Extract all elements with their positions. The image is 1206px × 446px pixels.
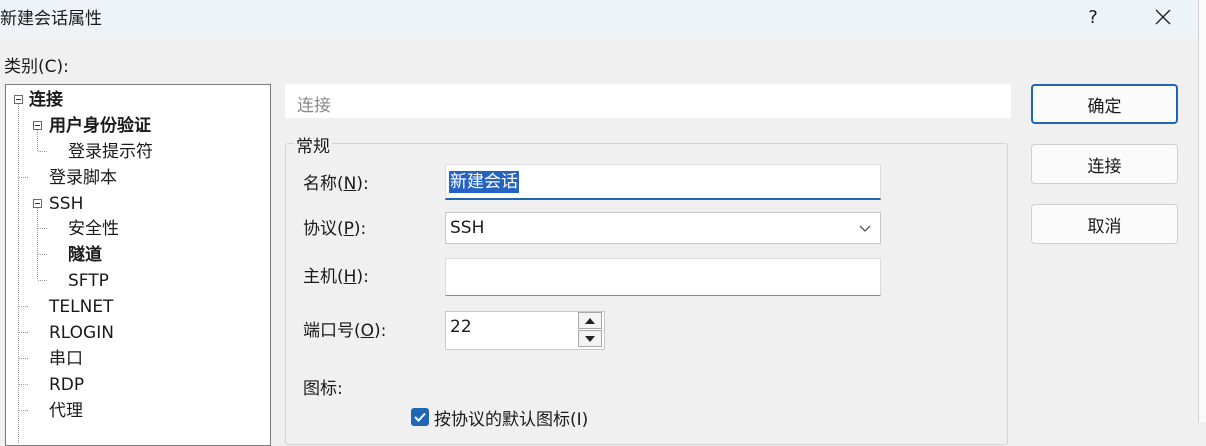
tree-connector (19, 332, 28, 333)
tree-item-user-auth[interactable]: 用户身份验证 (49, 113, 151, 139)
tree-connector (19, 306, 28, 307)
tree-item-sftp[interactable]: SFTP (68, 268, 109, 294)
connect-button[interactable]: 连接 (1031, 144, 1178, 184)
icon-label: 图标: (303, 379, 343, 399)
tree-item-tunnel[interactable]: 隧道 (68, 242, 102, 268)
collapse-toggle-icon[interactable] (33, 121, 42, 130)
category-label: 类别(C): (4, 57, 69, 77)
window-title: 新建会话属性 (0, 9, 102, 29)
checkmark-icon (414, 412, 426, 422)
arrow-up-icon (585, 317, 595, 324)
category-tree[interactable]: 连接 用户身份验证 登录提示符 登录脚本 SSH 安全性 隧道 SFTP TEL… (5, 84, 271, 446)
protocol-select-value: SSH (450, 218, 485, 238)
host-field[interactable] (445, 258, 881, 296)
tree-item-ssh[interactable]: SSH (49, 191, 83, 217)
title-bar: 新建会话属性 ? (0, 0, 1198, 38)
tree-connector (18, 103, 19, 443)
name-label: 名称(N): (303, 174, 369, 194)
tree-connector (38, 228, 47, 229)
arrow-down-icon (585, 335, 595, 342)
protocol-select[interactable]: SSH (445, 212, 881, 244)
tree-item-rdp[interactable]: RDP (49, 372, 84, 398)
ok-button[interactable]: 确定 (1031, 84, 1178, 124)
tree-connector (19, 358, 28, 359)
tree-item-serial[interactable]: 串口 (49, 346, 83, 372)
close-icon (1155, 9, 1171, 25)
tree-item-login-script[interactable]: 登录脚本 (49, 165, 117, 191)
general-group-label: 常规 (294, 132, 332, 157)
collapse-toggle-icon[interactable] (33, 199, 42, 208)
host-label: 主机(H): (303, 267, 369, 287)
tree-connector (38, 151, 47, 152)
default-icon-checkbox-label[interactable]: 按协议的默认图标(I) (434, 405, 588, 430)
port-label: 端口号(O): (303, 321, 387, 341)
name-field-value: 新建会话 (449, 171, 519, 193)
window-edge (1198, 0, 1206, 422)
tree-connector (19, 384, 28, 385)
port-decrement-button[interactable] (578, 330, 602, 347)
tree-item-proxy[interactable]: 代理 (49, 398, 83, 424)
tree-item-connection[interactable]: 连接 (29, 87, 63, 113)
protocol-label: 协议(P): (303, 219, 367, 239)
section-title: 连接 (297, 96, 331, 116)
tree-connector (37, 207, 38, 279)
default-icon-checkbox[interactable] (411, 408, 429, 426)
tree-connector (37, 129, 38, 151)
cancel-button[interactable]: 取消 (1031, 204, 1178, 244)
close-button[interactable] (1140, 0, 1186, 34)
port-increment-button[interactable] (578, 312, 602, 329)
tree-connector (19, 410, 28, 411)
tree-item-security[interactable]: 安全性 (68, 216, 119, 242)
tree-connector (38, 280, 47, 281)
help-button[interactable]: ? (1070, 0, 1116, 34)
tree-item-telnet[interactable]: TELNET (49, 294, 113, 320)
tree-connector (38, 254, 47, 255)
tree-item-login-prompt[interactable]: 登录提示符 (68, 139, 153, 165)
tree-connector (19, 177, 28, 178)
collapse-toggle-icon[interactable] (14, 95, 23, 104)
name-field[interactable]: 新建会话 (445, 164, 881, 200)
section-header: 连接 (285, 84, 1011, 118)
chevron-down-icon (859, 225, 871, 232)
port-value: 22 (450, 317, 472, 337)
tree-item-rlogin[interactable]: RLOGIN (49, 320, 114, 346)
